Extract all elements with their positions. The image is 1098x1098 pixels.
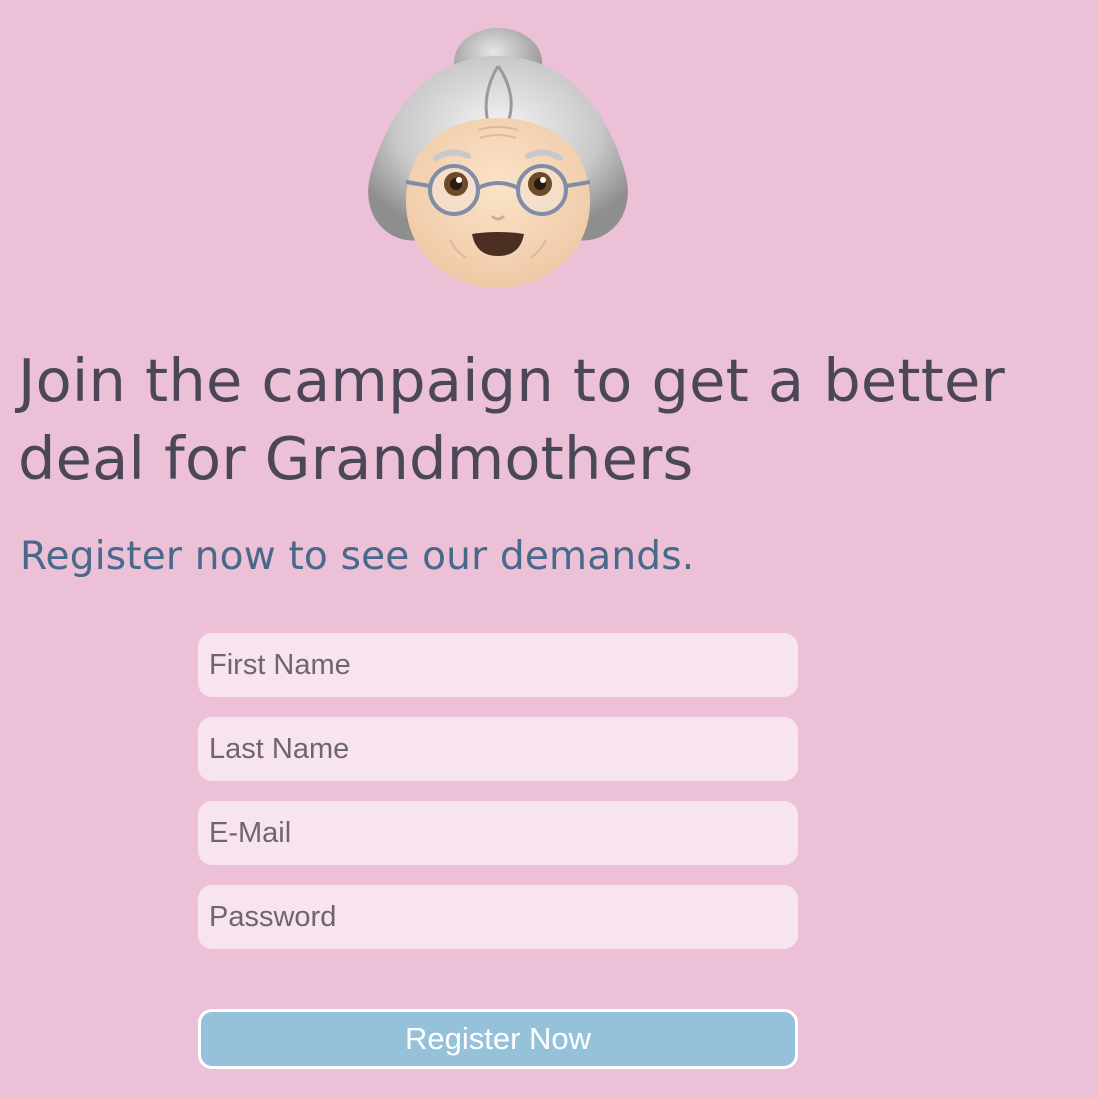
registration-form	[198, 633, 798, 969]
email-input[interactable]	[198, 801, 798, 865]
password-input[interactable]	[198, 885, 798, 949]
last-name-input[interactable]	[198, 717, 798, 781]
page-subtitle: Register now to see our demands.	[20, 534, 695, 579]
old-woman-emoji-icon	[366, 26, 630, 290]
register-now-button[interactable]: Register Now	[198, 1009, 798, 1069]
first-name-input[interactable]	[198, 633, 798, 697]
page-title: Join the campaign to get a better deal f…	[18, 346, 1005, 493]
